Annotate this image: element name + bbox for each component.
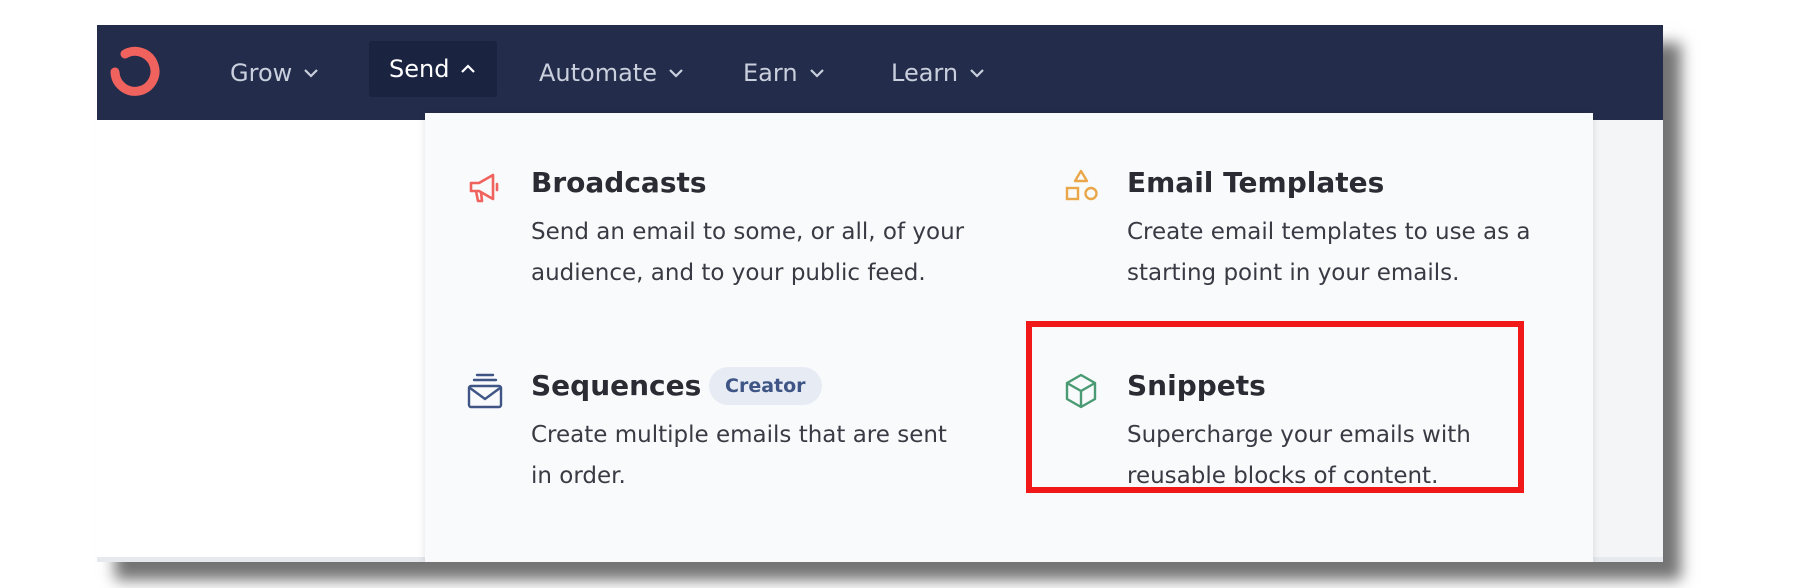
nav-item-automate[interactable]: Automate [539, 25, 685, 120]
nav-item-send[interactable]: Send [369, 41, 498, 97]
menu-item-broadcasts[interactable]: Broadcasts Send an email to some, or all… [465, 166, 985, 298]
envelope-stack-icon [467, 373, 503, 409]
page-gutter [1593, 120, 1663, 562]
menu-item-email-templates[interactable]: Email Templates Create email templates t… [1061, 166, 1581, 298]
chevron-down-icon [970, 68, 984, 78]
app-window: Grow Send Automate Earn Learn Broadcasts… [97, 25, 1663, 562]
chevron-down-icon [669, 68, 683, 78]
chevron-down-icon [809, 68, 824, 78]
menu-item-snippets[interactable]: Snippets Supercharge your emails with re… [1061, 369, 1581, 501]
nav-item-label: Grow [230, 58, 293, 87]
menu-item-sequences[interactable]: Sequences Creator Create multiple emails… [465, 367, 985, 501]
shapes-icon [1065, 169, 1098, 201]
nav-item-earn[interactable]: Earn [743, 25, 826, 120]
brand-logo-icon[interactable] [107, 44, 163, 100]
menu-item-title: Snippets [1127, 369, 1266, 402]
cube-icon [1065, 373, 1097, 409]
send-dropdown-menu: Broadcasts Send an email to some, or all… [425, 113, 1593, 562]
nav-item-label: Automate [539, 58, 657, 87]
chevron-down-icon [304, 68, 319, 78]
chevron-up-icon [461, 64, 476, 73]
menu-item-title: Email Templates [1127, 166, 1385, 199]
menu-item-title: Sequences [531, 369, 702, 402]
top-navbar: Grow Send Automate Earn Learn [97, 25, 1663, 120]
plan-badge: Creator [709, 367, 822, 405]
menu-item-description: Supercharge your emails with reusable bl… [1127, 422, 1471, 489]
nav-item-learn[interactable]: Learn [891, 25, 986, 120]
nav-item-label: Earn [743, 58, 798, 87]
megaphone-icon [469, 173, 499, 203]
menu-item-title: Broadcasts [531, 166, 707, 199]
nav-item-label: Send [389, 55, 450, 83]
nav-item-grow[interactable]: Grow [230, 25, 320, 120]
nav-item-label: Learn [891, 58, 959, 87]
menu-item-description: Create multiple emails that are sent in … [531, 422, 947, 489]
menu-item-description: Send an email to some, or all, of your a… [531, 219, 965, 286]
menu-item-description: Create email templates to use as a start… [1127, 219, 1531, 286]
